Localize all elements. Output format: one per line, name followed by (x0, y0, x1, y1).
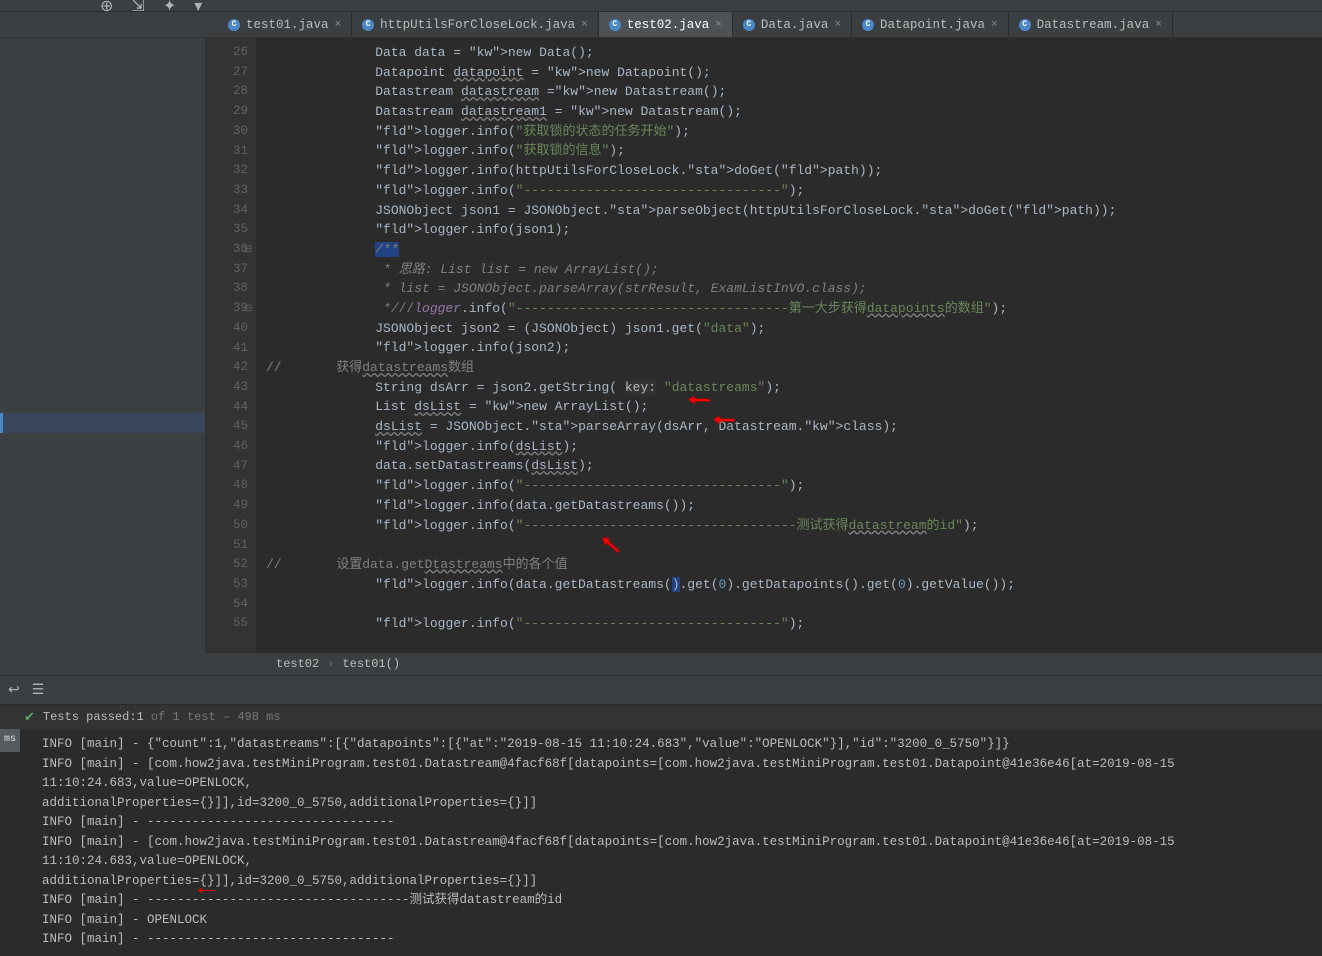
tab-httputilsforcloselock-java[interactable]: ChttpUtilsForCloseLock.java × (352, 12, 599, 37)
close-icon[interactable]: × (991, 19, 998, 31)
check-icon: ✔ (24, 710, 35, 725)
test-status-bar: ✔ Tests passed: 1 of 1 test – 498 ms (0, 705, 1322, 729)
tab-label: Datapoint.java (880, 18, 985, 32)
annotation-arrow-2: ← (714, 408, 734, 428)
console-output[interactable]: ms ← INFO [main] - {"count":1,"datastrea… (0, 729, 1322, 956)
java-file-icon: C (609, 19, 621, 31)
console-line: INFO [main] - {"count":1,"datastreams":[… (42, 735, 1312, 755)
collapse-icon[interactable]: ⇲ (131, 0, 144, 16)
java-file-icon: C (743, 19, 755, 31)
list-icon[interactable]: ☰ (32, 682, 45, 699)
close-icon[interactable]: × (834, 19, 841, 31)
close-icon[interactable]: × (335, 19, 342, 31)
target-icon[interactable]: ⊕ (100, 0, 113, 16)
tool-window-header[interactable]: ↩ ☰ (0, 675, 1322, 705)
settings-icon[interactable]: ✦ (163, 0, 176, 16)
tab-label: httpUtilsForCloseLock.java (380, 18, 575, 32)
tab-label: Datastream.java (1037, 18, 1150, 32)
tab-label: test01.java (246, 18, 329, 32)
console-line: additionalProperties={}]],id=3200_0_5750… (42, 872, 1312, 892)
tests-total: of 1 test – 498 ms (144, 710, 281, 724)
console-side-strip[interactable]: ms (0, 729, 20, 752)
annotation-arrow-1: ← (689, 388, 709, 408)
console-line: INFO [main] - --------------------------… (42, 930, 1312, 950)
console-line: INFO [main] - --------------------------… (42, 891, 1312, 911)
java-file-icon: C (1019, 19, 1031, 31)
fold-end-icon[interactable]: ⊟ (244, 300, 252, 320)
editor-tabs: Ctest01.java×ChttpUtilsForCloseLock.java… (0, 12, 1322, 38)
console-line: additionalProperties={}]],id=3200_0_5750… (42, 794, 1312, 814)
java-file-icon: C (228, 19, 240, 31)
close-icon[interactable]: × (581, 19, 588, 31)
tab-datapoint-java[interactable]: C Datapoint.java × (852, 12, 1009, 37)
tab-label: Data.java (761, 18, 829, 32)
return-icon[interactable]: ↩ (8, 682, 20, 699)
dropdown-icon[interactable]: ▾ (194, 0, 202, 16)
annotation-arrow-4: ← (198, 879, 215, 899)
tab-test01-java[interactable]: Ctest01.java × (218, 12, 352, 37)
fold-start-icon[interactable]: ⊟ (244, 241, 252, 261)
code-editor[interactable]: Data data = "kw">new Data(); Datapoint d… (256, 38, 1322, 653)
console-line: INFO [main] - [com.how2java.testMiniProg… (42, 755, 1312, 794)
console-line: INFO [main] - [com.how2java.testMiniProg… (42, 833, 1312, 872)
sidebar-selection (0, 413, 205, 433)
close-icon[interactable]: × (715, 19, 722, 31)
console-line: INFO [main] - --------------------------… (42, 813, 1312, 833)
java-file-icon: C (862, 19, 874, 31)
main-toolbar: ⊕ ⇲ ✦ ▾ (0, 0, 1322, 12)
chevron-right-icon: › (327, 657, 334, 671)
tests-passed-count: 1 (137, 710, 144, 724)
tab-label: test02.java (627, 18, 710, 32)
breadcrumb-class[interactable]: test02 (276, 657, 319, 671)
project-sidebar[interactable] (0, 38, 206, 653)
tab-datastream-java[interactable]: C Datastream.java × (1009, 12, 1173, 37)
close-icon[interactable]: × (1155, 19, 1162, 31)
breadcrumb[interactable]: test02 › test01() (0, 653, 1322, 675)
java-file-icon: C (362, 19, 374, 31)
line-gutter: 2627282930313233343536373839404142434445… (206, 38, 256, 653)
breadcrumb-method[interactable]: test01() (342, 657, 400, 671)
tests-passed-label: Tests passed: (43, 710, 137, 724)
console-line: INFO [main] - OPENLOCK (42, 911, 1312, 931)
tab-test02-java[interactable]: Ctest02.java × (599, 12, 733, 37)
tab-data-java[interactable]: C Data.java × (733, 12, 852, 37)
